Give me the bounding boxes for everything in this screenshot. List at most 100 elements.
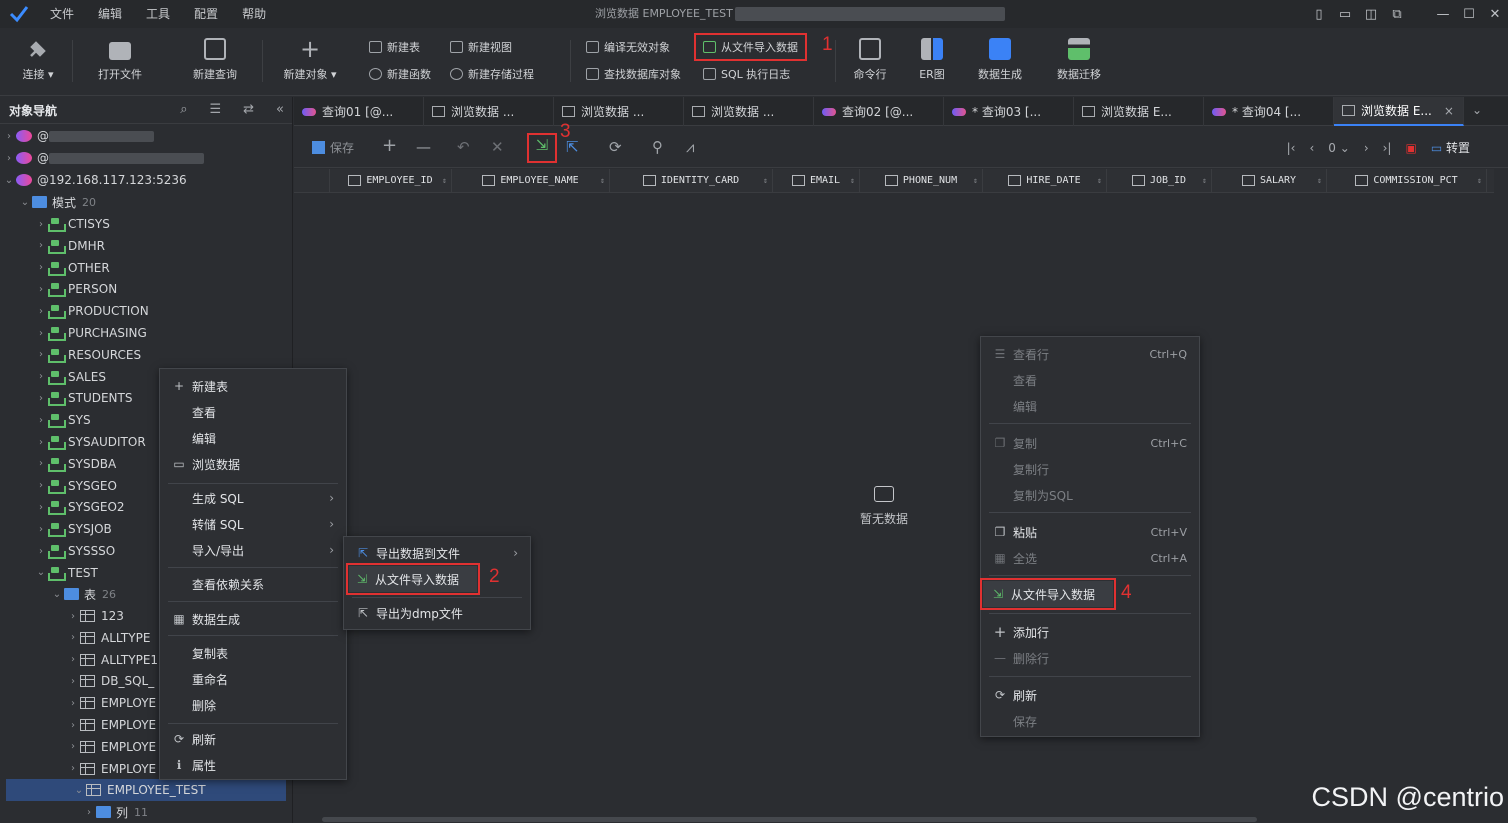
column-header[interactable]: JOB_ID ⇕ — [1107, 169, 1212, 192]
column-header[interactable]: EMPLOYEE_NAME ⇕ — [452, 169, 610, 192]
tab-browse-data[interactable]: 浏览数据 ... — [684, 97, 814, 126]
new-table-button[interactable]: 新建表 — [369, 37, 420, 57]
layout-split-icon[interactable]: ◫ — [1358, 7, 1384, 22]
menu-help[interactable]: 帮助 — [230, 0, 278, 28]
stop-icon[interactable]: ▣ — [1405, 141, 1416, 155]
column-header[interactable]: EMAIL ⇕ — [773, 169, 860, 192]
new-object-button[interactable]: + 新建对象 ▾ — [275, 37, 345, 82]
new-function-button[interactable]: 新建函数 — [369, 64, 431, 84]
view-item[interactable]: 查看 — [160, 399, 346, 425]
menu-edit[interactable]: 编辑 — [86, 0, 134, 28]
tab-browse-data[interactable]: 浏览数据 ... — [554, 97, 684, 126]
find-db-object-button[interactable]: 查找数据库对象 — [586, 64, 681, 84]
sort-icon[interactable]: ⇕ — [1202, 176, 1207, 185]
chevron-right-icon[interactable]: › — [34, 262, 48, 273]
chevron-right-icon[interactable]: › — [34, 240, 48, 251]
import-export-item[interactable]: 导入/导出 › — [160, 537, 346, 563]
chevron-right-icon[interactable]: › — [34, 219, 48, 230]
menu-config[interactable]: 配置 — [182, 0, 230, 28]
import-from-file-item[interactable]: ⇲ 从文件导入数据 — [980, 578, 1116, 610]
schema-node[interactable]: › DMHR — [0, 235, 293, 257]
schema-node[interactable]: › RESOURCES — [0, 344, 293, 366]
link-icon[interactable]: ⇄ — [243, 102, 254, 117]
layout-full-icon[interactable]: ⧉ — [1384, 7, 1410, 22]
collapse-icon[interactable]: « — [276, 102, 284, 117]
filter-icon[interactable]: ☰ — [209, 102, 221, 117]
data-generation-button[interactable]: 数据生成 — [965, 38, 1035, 82]
compile-invalid-button[interactable]: 编译无效对象 — [586, 37, 670, 57]
tab-query[interactable]: 查询02 [@... — [814, 97, 944, 126]
column-header[interactable]: PHONE_NUM ⇕ — [860, 169, 983, 192]
edit-item[interactable]: 编辑 — [981, 393, 1199, 419]
new-view-button[interactable]: 新建视图 — [450, 37, 512, 57]
new-query-button[interactable]: 新建查询 — [180, 38, 250, 82]
copy-table-item[interactable]: 复制表 — [160, 640, 346, 666]
copy-item[interactable]: ❐ 复制 Ctrl+C — [981, 430, 1199, 456]
delete-item[interactable]: 删除 — [160, 692, 346, 718]
next-page-icon[interactable]: › — [1364, 141, 1369, 155]
sort-icon[interactable]: ⇕ — [1097, 176, 1102, 185]
sort-icon[interactable]: ⇕ — [442, 176, 447, 185]
er-diagram-button[interactable]: ER图 — [897, 38, 967, 82]
column-header[interactable]: IDENTITY_CARD ⇕ — [610, 169, 773, 192]
layout-top-icon[interactable]: ▭ — [1332, 7, 1358, 22]
chevron-right-icon[interactable]: › — [34, 437, 48, 448]
view-row-item[interactable]: ☰ 查看行 Ctrl+Q — [981, 341, 1199, 367]
chevron-right-icon[interactable]: › — [34, 284, 48, 295]
schema-node[interactable]: › OTHER — [0, 257, 293, 279]
page-number[interactable]: 0 ⌄ — [1328, 141, 1350, 155]
chevron-right-icon[interactable]: › — [34, 349, 48, 360]
tab-query[interactable]: 查询01 [@... — [294, 97, 424, 126]
data-migration-button[interactable]: 数据迁移 — [1044, 38, 1114, 82]
chevron-down-icon[interactable]: ⌄ — [72, 785, 86, 796]
paste-item[interactable]: ❐ 粘贴 Ctrl+V — [981, 519, 1199, 545]
tab-browse-data[interactable]: 浏览数据 E... — [1074, 97, 1204, 126]
rename-item[interactable]: 重命名 — [160, 666, 346, 692]
import-from-file-button[interactable]: 从文件导入数据 — [694, 33, 807, 61]
column-folder[interactable]: › 列 11 — [0, 801, 293, 823]
chevron-right-icon[interactable]: › — [34, 524, 48, 535]
tab-browse-data[interactable]: 浏览数据 E... × — [1334, 97, 1464, 126]
tab-browse-data[interactable]: 浏览数据 ... — [424, 97, 554, 126]
chevron-down-icon[interactable]: ⌄ — [34, 567, 48, 578]
first-page-icon[interactable]: |‹ — [1287, 141, 1296, 155]
chevron-down-icon[interactable]: ⌄ — [2, 175, 16, 186]
sort-icon[interactable]: ⇕ — [763, 176, 768, 185]
chevron-right-icon[interactable]: › — [34, 502, 48, 513]
sort-icon[interactable]: ⇕ — [600, 176, 605, 185]
close-tab-icon[interactable]: × — [1444, 104, 1454, 118]
chevron-right-icon[interactable]: › — [34, 546, 48, 557]
schema-node[interactable]: › PERSON — [0, 278, 293, 300]
save-item[interactable]: 保存 — [981, 708, 1199, 734]
refresh-item[interactable]: ⟳ 刷新 — [981, 682, 1199, 708]
chevron-right-icon[interactable]: › — [66, 611, 80, 622]
chevron-right-icon[interactable]: › — [66, 763, 80, 774]
sort-icon[interactable]: ⇕ — [1317, 176, 1322, 185]
minimize-button[interactable]: — — [1430, 7, 1456, 22]
column-header[interactable]: HIRE_DATE ⇕ — [983, 169, 1107, 192]
generate-sql-item[interactable]: 生成 SQL › — [160, 485, 346, 511]
filter-icon[interactable]: ⚲ — [652, 138, 663, 156]
undo-icon[interactable]: ↶ — [457, 138, 470, 156]
chevron-right-icon[interactable]: › — [66, 741, 80, 752]
chevron-right-icon[interactable]: › — [66, 632, 80, 643]
chevron-right-icon[interactable]: › — [34, 458, 48, 469]
layout-left-icon[interactable]: ▯ — [1306, 7, 1332, 22]
properties-item[interactable]: ℹ 属性 — [160, 752, 346, 778]
export-dmp-item[interactable]: ⇱ 导出为dmp文件 — [344, 600, 530, 626]
chevron-right-icon[interactable]: › — [34, 328, 48, 339]
refresh-icon[interactable]: ⟳ — [609, 138, 622, 156]
chevron-right-icon[interactable]: › — [82, 807, 96, 818]
chevron-down-icon[interactable]: ⌄ — [1472, 103, 1482, 117]
table-node[interactable]: ⌄ EMPLOYEE_TEST — [6, 779, 286, 802]
import-data-icon[interactable]: ⇲ — [527, 133, 557, 163]
view-dependencies-item[interactable]: 查看依赖关系 — [160, 571, 346, 597]
sort-icon[interactable]: ⇕ — [973, 176, 978, 185]
import-from-file-item[interactable]: ⇲ 从文件导入数据 — [346, 563, 480, 595]
view-item[interactable]: 查看 — [981, 367, 1199, 393]
sql-log-button[interactable]: SQL 执行日志 — [703, 64, 790, 84]
transpose-button[interactable]: ▭ 转置 — [1431, 139, 1470, 156]
tab-query[interactable]: * 查询03 [... — [944, 97, 1074, 126]
menu-tools[interactable]: 工具 — [134, 0, 182, 28]
browse-data-item[interactable]: ▭ 浏览数据 — [160, 451, 346, 477]
